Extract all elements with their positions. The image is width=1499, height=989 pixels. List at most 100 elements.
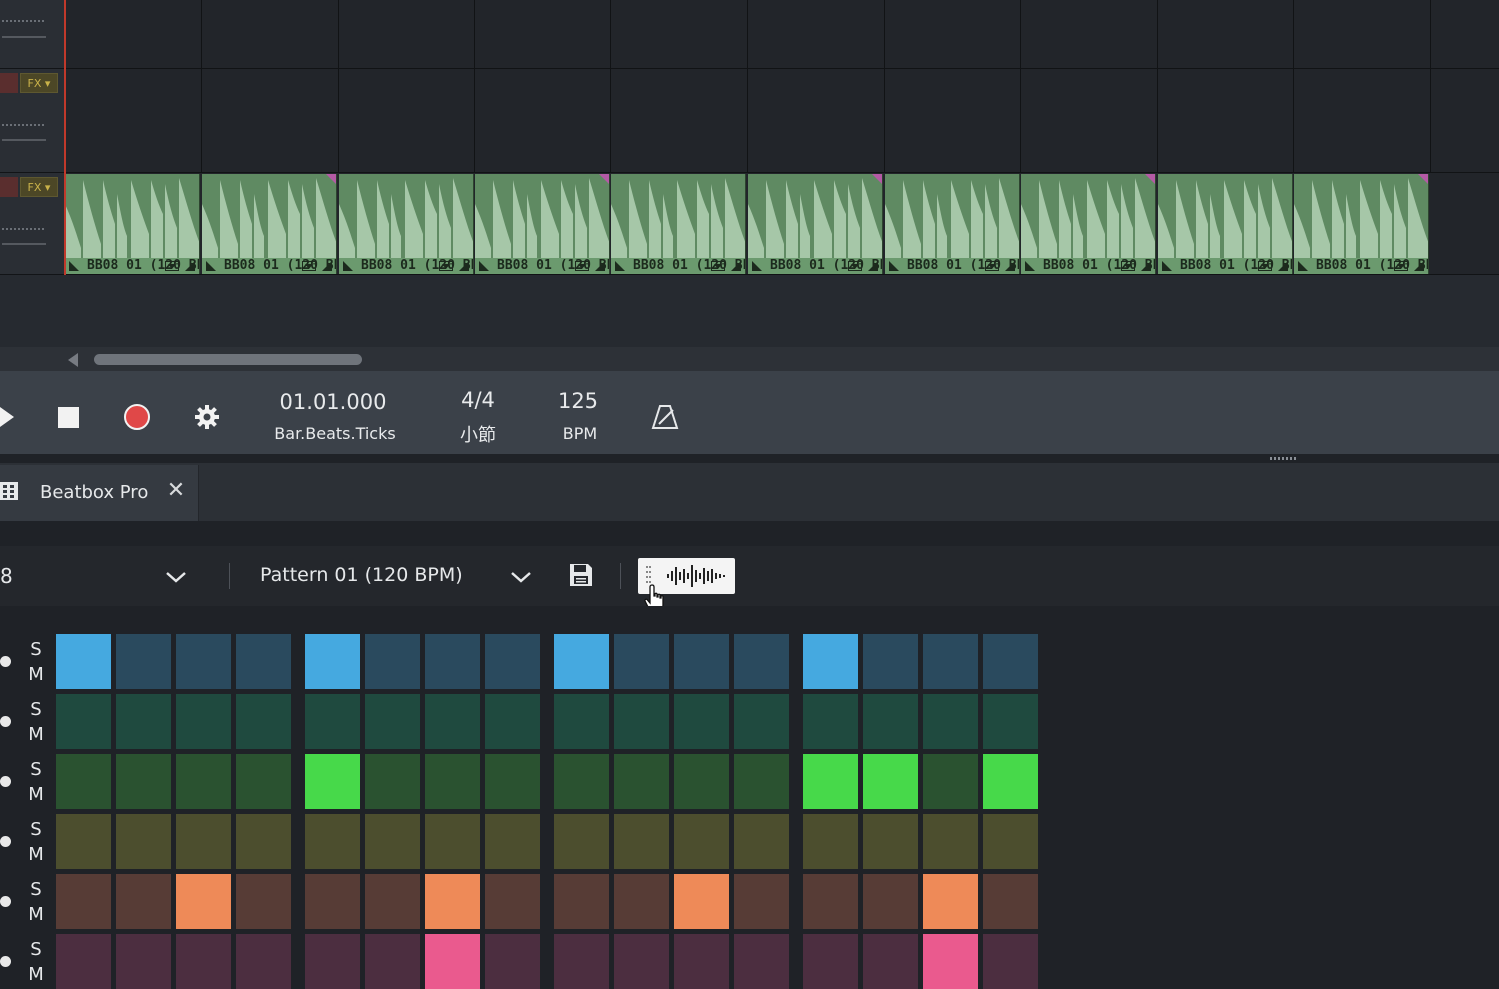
step-pad[interactable]	[365, 874, 420, 929]
step-pad-active[interactable]	[56, 634, 111, 689]
step-pad[interactable]	[734, 874, 789, 929]
step-pad[interactable]	[614, 874, 669, 929]
clip-fade-in-icon[interactable]	[615, 261, 625, 271]
step-pad[interactable]	[734, 934, 789, 989]
clip-fade-in-icon[interactable]	[69, 261, 79, 271]
record-icon[interactable]	[124, 404, 150, 430]
scroll-left-arrow-icon[interactable]	[68, 353, 78, 367]
step-pad[interactable]	[305, 874, 360, 929]
step-pad[interactable]	[803, 814, 858, 869]
row-select-radio[interactable]	[0, 896, 11, 907]
mute-button[interactable]: M	[27, 664, 45, 685]
clip-fade-out-icon[interactable]	[595, 261, 605, 271]
step-pad[interactable]	[56, 754, 111, 809]
track-volume-slider[interactable]	[2, 243, 46, 245]
step-pad[interactable]	[614, 934, 669, 989]
fx-button[interactable]: FX ▾	[20, 177, 58, 197]
step-pad-active[interactable]	[305, 754, 360, 809]
clip-fade-in-icon[interactable]	[1298, 261, 1308, 271]
clip-fade-out-icon[interactable]	[868, 261, 878, 271]
step-pad[interactable]	[305, 814, 360, 869]
step-pad[interactable]	[983, 814, 1038, 869]
step-pad[interactable]	[56, 874, 111, 929]
solo-button[interactable]: S	[27, 819, 45, 840]
play-icon[interactable]	[0, 407, 14, 427]
solo-button[interactable]: S	[27, 939, 45, 960]
step-pad[interactable]	[554, 934, 609, 989]
row-select-radio[interactable]	[0, 656, 11, 667]
step-pad[interactable]	[365, 694, 420, 749]
step-pad[interactable]	[734, 634, 789, 689]
track-lane-2[interactable]	[64, 69, 1499, 173]
track-header-1[interactable]	[0, 0, 64, 69]
clip-fade-in-icon[interactable]	[889, 261, 899, 271]
clip-menu-icon[interactable]	[985, 261, 999, 271]
step-pad[interactable]	[554, 874, 609, 929]
track-lane-1[interactable]	[64, 0, 1499, 69]
step-pad[interactable]	[425, 814, 480, 869]
step-pad[interactable]	[554, 754, 609, 809]
track-header-3[interactable]: FX ▾	[0, 173, 64, 275]
track-volume-slider[interactable]	[2, 36, 46, 38]
step-pad[interactable]	[305, 694, 360, 749]
step-pad[interactable]	[116, 934, 171, 989]
step-pad-active[interactable]	[305, 634, 360, 689]
solo-button[interactable]: S	[27, 699, 45, 720]
step-pad[interactable]	[983, 694, 1038, 749]
meter-display[interactable]: 4/4	[447, 388, 509, 412]
step-pad-active[interactable]	[803, 634, 858, 689]
metronome-icon[interactable]	[651, 404, 679, 430]
step-pad-active[interactable]	[425, 934, 480, 989]
step-pad[interactable]	[236, 934, 291, 989]
step-pad[interactable]	[365, 934, 420, 989]
pattern-select[interactable]: Pattern 01 (120 BPM)	[260, 564, 463, 586]
step-pad[interactable]	[863, 874, 918, 929]
step-pad-active[interactable]	[803, 754, 858, 809]
step-pad[interactable]	[485, 874, 540, 929]
position-display[interactable]: 01.01.000	[262, 390, 404, 414]
kit-select[interactable]: 8	[0, 564, 13, 588]
step-pad[interactable]	[116, 634, 171, 689]
step-pad[interactable]	[803, 874, 858, 929]
step-pad[interactable]	[236, 754, 291, 809]
step-pad[interactable]	[674, 754, 729, 809]
clip-menu-icon[interactable]	[1394, 261, 1408, 271]
step-pad[interactable]	[485, 814, 540, 869]
audio-clip[interactable]: BB08 01 (120 BPM)...	[611, 174, 746, 274]
audio-clip[interactable]: BB08 01 (120 BPM)...	[202, 174, 337, 274]
step-pad-active[interactable]	[923, 874, 978, 929]
step-pad[interactable]	[983, 634, 1038, 689]
row-select-radio[interactable]	[0, 716, 11, 727]
clip-fade-out-icon[interactable]	[185, 261, 195, 271]
step-pad[interactable]	[674, 694, 729, 749]
horizontal-scrollbar[interactable]	[0, 347, 1499, 371]
clip-fade-in-icon[interactable]	[752, 261, 762, 271]
audio-clip[interactable]: BB08 01 (120 BPM)...	[65, 174, 200, 274]
clip-fade-out-icon[interactable]	[1414, 261, 1424, 271]
mute-button[interactable]: M	[27, 724, 45, 745]
step-pad-active[interactable]	[425, 874, 480, 929]
step-pad[interactable]	[614, 754, 669, 809]
row-select-radio[interactable]	[0, 956, 11, 967]
clip-fade-in-icon[interactable]	[1162, 261, 1172, 271]
step-pad[interactable]	[485, 694, 540, 749]
clip-fade-out-icon[interactable]	[1141, 261, 1151, 271]
step-pad-active[interactable]	[923, 934, 978, 989]
step-pad[interactable]	[236, 694, 291, 749]
chevron-down-icon[interactable]	[510, 570, 532, 584]
step-pad[interactable]	[485, 634, 540, 689]
scroll-thumb[interactable]	[94, 354, 362, 365]
step-pad[interactable]	[56, 694, 111, 749]
step-pad[interactable]	[554, 694, 609, 749]
clip-fade-out-icon[interactable]	[459, 261, 469, 271]
close-icon[interactable]: ✕	[164, 478, 188, 504]
step-pad[interactable]	[674, 634, 729, 689]
step-pad[interactable]	[734, 814, 789, 869]
step-pad[interactable]	[983, 934, 1038, 989]
step-pad[interactable]	[923, 814, 978, 869]
step-pad[interactable]	[365, 814, 420, 869]
clip-menu-icon[interactable]	[165, 261, 179, 271]
audio-clip[interactable]: BB08 01 (120 BPM)...	[339, 174, 474, 274]
step-pad[interactable]	[176, 814, 231, 869]
audio-clip[interactable]: BB08 01 (120 BPM)...	[475, 174, 610, 274]
